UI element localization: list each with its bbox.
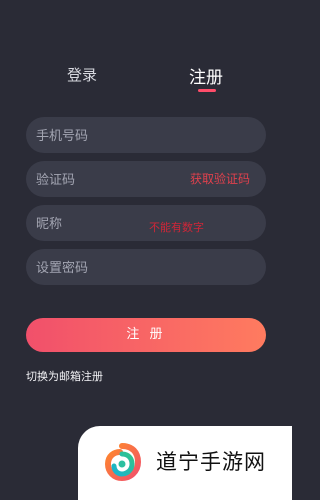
watermark-banner: 道宁手游网 xyxy=(78,426,292,500)
verification-code-field[interactable]: 验证码 获取验证码 xyxy=(26,161,266,197)
active-tab-indicator xyxy=(198,89,216,92)
nickname-field[interactable]: 昵称 xyxy=(26,205,266,241)
register-button[interactable]: 注 册 xyxy=(26,318,266,352)
nickname-hint: 不能有数字 xyxy=(149,221,204,234)
phone-placeholder: 手机号码 xyxy=(36,129,89,144)
watermark-logo-icon xyxy=(104,443,142,482)
watermark-text: 道宁手游网 xyxy=(156,450,266,474)
tab-login[interactable]: 登录 xyxy=(67,64,97,85)
auth-tabs: 登录 注册 xyxy=(0,60,292,100)
password-placeholder: 设置密码 xyxy=(36,261,89,276)
nickname-placeholder: 昵称 xyxy=(36,217,63,232)
code-placeholder: 验证码 xyxy=(36,173,76,188)
get-code-button[interactable]: 获取验证码 xyxy=(190,170,250,187)
tab-register[interactable]: 注册 xyxy=(189,63,223,88)
switch-email-register-link[interactable]: 切换为邮箱注册 xyxy=(26,368,103,384)
password-field[interactable]: 设置密码 xyxy=(26,249,266,285)
phone-field[interactable]: 手机号码 xyxy=(26,117,266,153)
